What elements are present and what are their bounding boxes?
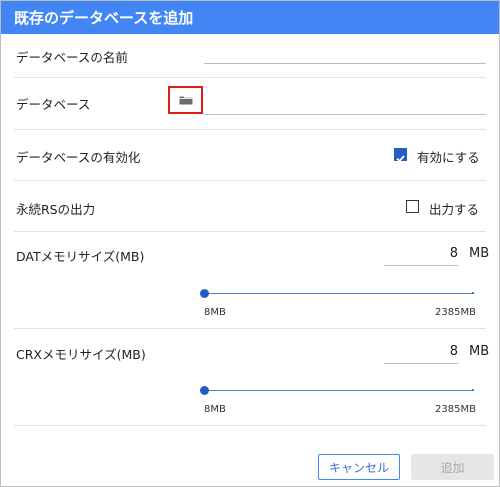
add-button[interactable]: 追加 [411,454,494,480]
enable-db-checkbox-label[interactable]: 有効にする [417,147,480,166]
db-name-label: データベースの名前 [16,50,128,65]
dat-memory-input-underline [384,265,458,266]
db-path-row: データベース [14,77,486,130]
crx-memory-slider-track[interactable] [204,390,474,391]
dat-memory-row: DATメモリサイズ(MB) 8 MB 8MB 2385MB [14,231,490,329]
dat-memory-slider-thumb[interactable] [200,289,209,298]
enable-db-label: データベースの有効化 [16,150,141,165]
dat-memory-min-label: 8MB [204,307,226,318]
dat-memory-unit: MB [469,246,490,261]
crx-memory-max-label: 2385MB [435,404,476,415]
crx-memory-label: CRXメモリサイズ(MB) [16,347,146,362]
persist-rs-checkbox-label[interactable]: 出力する [429,199,479,218]
crx-memory-value-input[interactable]: 8 [384,344,458,359]
crx-memory-unit: MB [469,344,490,359]
crx-memory-slider-thumb[interactable] [200,386,209,395]
dialog-title: 既存のデータベースを追加 [14,9,194,27]
dat-memory-slider-track[interactable] [204,293,474,294]
persist-rs-row: 永続RSの出力 出力する [14,180,486,232]
persist-rs-checkbox[interactable] [406,200,419,213]
enable-db-row: データベースの有効化 有効にする [14,129,486,181]
crx-memory-input-underline [384,363,458,364]
db-name-row: データベースの名前 [14,34,486,78]
enable-db-checkbox[interactable] [394,148,407,163]
crx-memory-min-label: 8MB [204,404,226,415]
checkmark-icon [396,155,405,163]
db-path-input[interactable] [203,114,486,115]
folder-icon [179,96,192,105]
crx-memory-row: CRXメモリサイズ(MB) 8 MB 8MB 2385MB [14,328,490,426]
dat-memory-value-input[interactable]: 8 [384,246,458,261]
add-existing-database-dialog: 既存のデータベースを追加 データベースの名前 データベース データベースの有効化… [0,0,500,487]
db-path-label: データベース [16,97,91,112]
cancel-button[interactable]: キャンセル [318,454,400,480]
dat-memory-max-label: 2385MB [435,307,476,318]
dialog-titlebar: 既存のデータベースを追加 [1,1,499,34]
dat-memory-slider-end [472,292,474,294]
crx-memory-slider-end [472,389,474,391]
persist-rs-label: 永続RSの出力 [16,202,96,217]
db-name-input[interactable] [204,63,486,64]
browse-folder-button[interactable] [168,86,203,114]
dat-memory-label: DATメモリサイズ(MB) [16,249,145,264]
